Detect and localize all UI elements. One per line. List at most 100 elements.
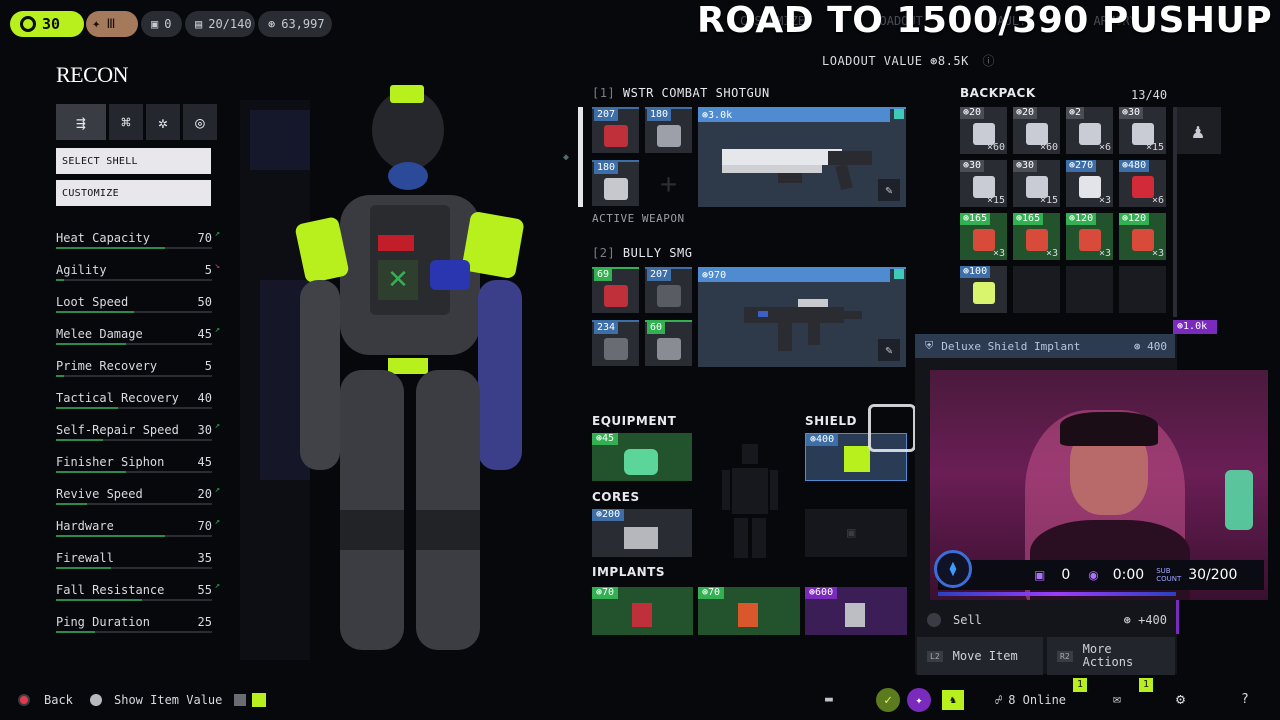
squad-indicator[interactable]: ▣ 0	[141, 11, 182, 37]
backpack-item[interactable]: ⊛165 ×3	[960, 213, 1007, 260]
weapon-1-mod-2[interactable]: 180	[645, 107, 692, 153]
stream-stats-bar: ⧫ ▣ 0 ◉ 0:00 SUB COUNT 30/200	[934, 550, 1264, 590]
more-actions-button[interactable]: R2 More Actions	[1047, 637, 1175, 675]
info-icon[interactable]: ⓘ	[983, 54, 996, 68]
backpack-item[interactable]: ⊛480 ×6	[1119, 160, 1166, 207]
item-icon	[1079, 176, 1101, 198]
item-quantity: ×15	[1145, 142, 1164, 153]
stream-overlay-title: ROAD TO 1500/390 PUSHUPS!	[697, 0, 1272, 41]
backpack-item[interactable]: ⊛30 ×15	[1013, 160, 1060, 207]
empty-core-slot[interactable]: ▣	[805, 509, 907, 557]
weapon-2-card[interactable]: ⊛970 ✎	[698, 267, 906, 367]
equipment-icon	[624, 449, 658, 475]
inventory-icon: ▤	[195, 17, 203, 31]
inventory-count[interactable]: ▤ 20/140	[185, 11, 255, 37]
backpack-empty-slot[interactable]	[1013, 266, 1060, 313]
bottom-bar: Back Show Item Value ▬ ✓ ✦ ♞ ☍ 8 Online …	[0, 678, 1280, 720]
edit-weapon-icon[interactable]: ✎	[878, 339, 900, 361]
stat-bar-fill	[56, 407, 118, 409]
select-shell-button[interactable]: SELECT SHELL	[56, 148, 211, 174]
weapon-2-mod-1[interactable]: 69	[592, 267, 639, 313]
move-item-button[interactable]: L2 Move Item	[917, 637, 1043, 675]
backpack-item[interactable]: ⊛30 ×15	[960, 160, 1007, 207]
weapon-1-card[interactable]: ⊛3.0k ✎	[698, 107, 906, 207]
mail-icon[interactable]: ✉	[1113, 692, 1121, 707]
backpack-scrollbar[interactable]	[1173, 107, 1177, 317]
stat-name: Finisher Siphon	[56, 455, 165, 469]
stat-bar	[56, 535, 212, 537]
ability-drone-icon[interactable]: ⌘	[109, 104, 143, 140]
backpack-empty-slot[interactable]	[1066, 266, 1113, 313]
backpack-item[interactable]: ⊛20 ×60	[1013, 107, 1060, 154]
backpack-item[interactable]: ⊛2 ×6	[1066, 107, 1113, 154]
character-equip-icon[interactable]: ♟	[1175, 107, 1221, 154]
implant-card-3[interactable]: ⊛600	[805, 587, 907, 635]
weapon-1-name: WSTR COMBAT SHOTGUN	[622, 86, 770, 100]
implant-icon	[632, 603, 652, 627]
item-icon	[1079, 229, 1101, 251]
stream-logo-icon: ⧫	[934, 550, 972, 588]
webcam-cap	[1060, 412, 1158, 446]
backpack-item[interactable]: ⊛30 ×15	[1119, 107, 1166, 154]
stat-value: 70	[197, 519, 212, 533]
ready-check-icon[interactable]: ✓	[876, 688, 900, 712]
backpack-item[interactable]: ⊛270 ×3	[1066, 160, 1113, 207]
edit-weapon-icon[interactable]: ✎	[878, 179, 900, 201]
stat-bar-fill	[56, 247, 165, 249]
squad-badge-icon[interactable]: ♞	[942, 690, 964, 710]
weapon-1-value: ⊛3.0k	[698, 109, 890, 122]
ability-ping-icon[interactable]: ◎	[183, 104, 217, 140]
player-level[interactable]: 30	[10, 11, 84, 37]
weapon-1-mod-3[interactable]: 180	[592, 160, 639, 206]
backpack-item[interactable]: ⊛120 ×3	[1119, 213, 1166, 260]
stat-value: 45	[197, 455, 212, 469]
backpack-item[interactable]: ⊛100	[960, 266, 1007, 313]
sell-action[interactable]: Sell ⊛ +400	[927, 610, 1167, 630]
chat-icon[interactable]: ▬	[825, 692, 833, 707]
implant-card-1[interactable]: ⊛70	[592, 587, 693, 635]
avatar[interactable]: ✦	[907, 688, 931, 712]
stat-value: 25	[197, 615, 212, 629]
back-button[interactable]: Back	[18, 693, 73, 707]
item-quantity: ×3	[1151, 248, 1164, 259]
ability-dash-icon[interactable]: ⇶	[56, 104, 106, 140]
backpack-item[interactable]: ⊛120 ×3	[1066, 213, 1113, 260]
stat-name: Ping Duration	[56, 615, 150, 629]
backpack-item[interactable]: ⊛20 ×60	[960, 107, 1007, 154]
weapon-2-mod-2[interactable]: 207	[645, 267, 692, 313]
ability-scan-icon[interactable]: ✲	[146, 104, 180, 140]
item-quantity: ×3	[1098, 248, 1111, 259]
currency-display[interactable]: ⊛ 63,997	[258, 11, 332, 37]
stat-trend-icon: ↗	[214, 517, 220, 527]
svg-text:✕: ✕	[387, 265, 409, 295]
implant-card-2[interactable]: ⊛70	[698, 587, 800, 635]
faction-badge[interactable]: ✦ Ⅲ	[86, 11, 138, 37]
stat-bar	[56, 631, 212, 633]
backpack-item[interactable]: ⊛165 ×3	[1013, 213, 1060, 260]
stat-bar-fill	[56, 535, 165, 537]
stat-bar-fill	[56, 471, 126, 473]
settings-gear-icon[interactable]: ⚙	[1176, 690, 1185, 708]
core-card[interactable]: ⊛200	[592, 509, 692, 557]
customize-button[interactable]: CUSTOMIZE	[56, 180, 211, 206]
help-icon[interactable]: ?	[1241, 692, 1249, 707]
stat-name: Heat Capacity	[56, 231, 150, 245]
equipment-card[interactable]: ⊛45	[592, 433, 692, 481]
stat-row: Hardware 70 ↗	[56, 517, 220, 541]
timer-icon: ◉	[1088, 568, 1099, 582]
backpack-empty-slot[interactable]	[1119, 266, 1166, 313]
stat-trend-icon: ↗	[214, 421, 220, 431]
weapon-2-mod-4[interactable]: 60	[645, 320, 692, 366]
weapon-1-header: [1] WSTR COMBAT SHOTGUN	[592, 86, 770, 100]
item-name: Deluxe Shield Implant	[941, 339, 1081, 353]
weapon-2-mod-3[interactable]: 234	[592, 320, 639, 366]
weapon-2-name: BULLY SMG	[622, 246, 693, 260]
implant-icon	[738, 603, 758, 627]
online-friends[interactable]: ☍ 8 Online	[995, 693, 1066, 707]
weapon-2-slot: 69 207 234 60 ⊛970 ✎	[592, 267, 912, 372]
weapon-1-mod-1[interactable]: 207	[592, 107, 639, 153]
stat-row: Loot Speed 50	[56, 295, 218, 317]
empty-mod-slot-icon[interactable]: +	[645, 160, 692, 206]
stat-value: 70	[197, 231, 212, 245]
show-item-value-button[interactable]: Show Item Value	[90, 693, 267, 707]
